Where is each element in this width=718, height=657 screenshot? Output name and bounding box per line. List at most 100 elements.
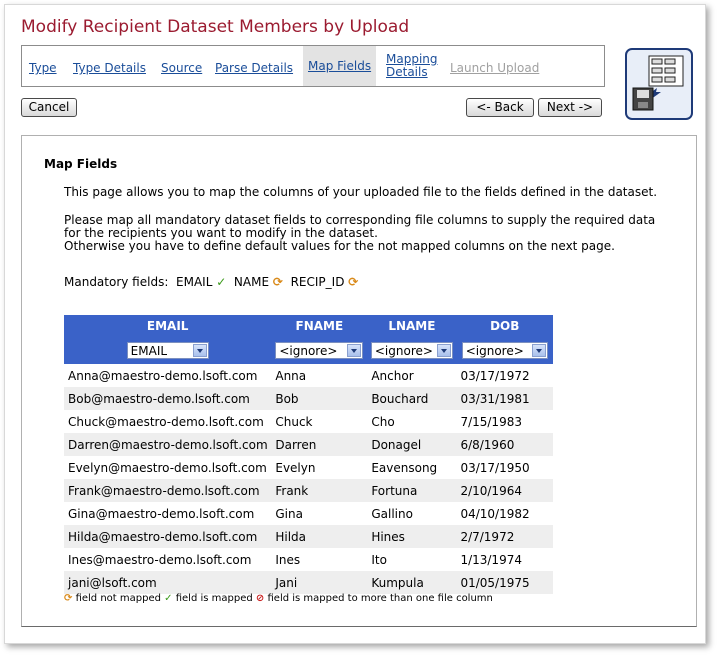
table-cell: Bob [271,387,368,410]
header-row: EMAIL FNAME LNAME DOB [64,315,553,337]
table-cell: 01/05/1975 [456,571,553,594]
table-cell: Chuck [271,410,368,433]
legend-multi-mapped: field is mapped to more than one file co… [267,593,493,604]
select-cell: <ignore> [271,337,367,364]
back-button[interactable]: <- Back [466,98,534,117]
table-cell: 7/15/1983 [456,410,553,433]
table-cell: 6/8/1960 [456,433,553,456]
step-source[interactable]: Source [161,61,202,75]
step-map-fields[interactable]: Map Fields [303,46,377,86]
next-button[interactable]: Next -> [538,98,602,117]
mapped-check-icon: ✓ [164,593,173,604]
table-cell: Frank@maestro-demo.lsoft.com [64,479,272,502]
dataset-upload-icon [625,48,693,120]
table-cell: Anna [271,364,368,387]
table-row: Gina@maestro-demo.lsoft.com Gina Gallino 04… [64,502,553,525]
table-cell: Evelyn@maestro-demo.lsoft.com [64,456,272,479]
table-cell: Gina@maestro-demo.lsoft.com [64,502,272,525]
table-cell: 03/31/1981 [456,387,553,410]
step-mapping-details[interactable]: Mapping Details [386,53,438,79]
select-cell: EMAIL [64,337,271,364]
legend-mapped: field is mapped [175,593,253,604]
table-cell: Anna@maestro-demo.lsoft.com [64,364,272,387]
table-cell: Bouchard [367,387,457,410]
table-cell: 04/10/1982 [456,502,553,525]
table-row: jani@lsoft.com Jani Kumpula 01/05/1975 [64,571,553,594]
column-mapping-select[interactable]: <ignore> [370,342,453,359]
table-cell: Ito [367,548,457,571]
step-type-details[interactable]: Type Details [73,61,146,75]
not-mapped-icon: ⟳ [64,593,73,604]
mapping-legend: ⟳ field not mapped ✓ field is mapped ⊘ f… [64,593,493,604]
table-cell: Darren@maestro-demo.lsoft.com [64,433,272,456]
column-header: LNAME [388,319,436,333]
section-heading: Map Fields [44,157,118,171]
table-cell: Jani [271,571,368,594]
step-type[interactable]: Type [29,61,57,75]
chevron-down-icon[interactable] [436,344,451,357]
map-fields-panel: Map Fields This page allows you to map t… [21,135,697,627]
table-cell: Cho [367,410,457,433]
table-cell: Gina [271,502,368,525]
table-row: Bob@maestro-demo.lsoft.com Bob Bouchard 03/… [64,387,553,410]
table-row: Darren@maestro-demo.lsoft.com Darren Donag… [64,433,553,456]
select-row: EMAIL <ignore> <ignore> <ignore> [64,337,553,364]
table-cell: Eavensong [367,456,457,479]
table-row: Evelyn@maestro-demo.lsoft.com Evelyn Eaven… [64,456,553,479]
select-cell: <ignore> [456,337,553,364]
chevron-down-icon[interactable] [192,344,207,357]
mandatory-label: Mandatory fields: [64,275,169,289]
table-cell: jani@lsoft.com [64,571,272,594]
mapped-check-icon: ✓ [216,275,227,289]
mandatory-fields: Mandatory fields: EMAIL ✓ NAME ⟳ RECIP_I… [64,275,358,289]
table-cell: Fortuna [367,479,457,502]
select-cell: <ignore> [367,337,456,364]
select-value: <ignore> [465,344,524,358]
table-cell: Evelyn [271,456,368,479]
table-cell: 2/7/1972 [456,525,553,548]
wizard-steps: Type Type Details Source Parse Details M… [21,45,605,87]
select-value: <ignore> [374,344,433,358]
column-header: DOB [490,319,520,333]
step-launch-upload: Launch Upload [450,61,540,75]
select-value: <ignore> [279,344,338,358]
intro-text: This page allows you to map the columns … [64,185,658,199]
table-cell: 03/17/1972 [456,364,553,387]
table-cell: Hilda [271,525,368,548]
chevron-down-icon[interactable] [531,344,546,357]
mandatory-field-email: EMAIL [176,275,213,289]
table-cell: Frank [271,479,368,502]
legend-not-mapped: field not mapped [75,593,161,604]
mandatory-field-name: NAME [233,275,270,289]
table-row: Hilda@maestro-demo.lsoft.com Hilda Hines 2/… [64,525,553,548]
table-cell: Kumpula [367,571,457,594]
step-mapping-details-line2: Details [386,65,428,79]
column-mapping-select[interactable]: <ignore> [461,342,548,359]
multi-mapped-icon: ⊘ [255,593,265,604]
table-cell: 2/10/1964 [456,479,553,502]
column-mapping-select[interactable]: <ignore> [275,342,364,359]
step-mapping-details-line1: Mapping [386,52,438,66]
table-cell: 1/13/1974 [456,548,553,571]
not-mapped-icon: ⟳ [272,275,283,289]
table-row: Ines@maestro-demo.lsoft.com Ines Ito 1/13/1… [64,548,553,571]
table-row: Chuck@maestro-demo.lsoft.com Chuck Cho 7/15… [64,410,553,433]
mandatory-field-recip-id: RECIP_ID [290,275,345,289]
table-cell: Hines [367,525,457,548]
table-cell: Hilda@maestro-demo.lsoft.com [64,525,272,548]
chevron-down-icon[interactable] [347,344,362,357]
cancel-button[interactable]: Cancel [21,98,77,117]
table-cell: Gallino [367,502,457,525]
column-mapping-select[interactable]: EMAIL [126,342,209,359]
table-cell: 03/17/1950 [456,456,553,479]
table-body: Anna@maestro-demo.lsoft.com Anna Anchor 03/… [64,364,553,594]
table-cell: Anchor [367,364,457,387]
table-row: Anna@maestro-demo.lsoft.com Anna Anchor 03/… [64,364,553,387]
table-row: Frank@maestro-demo.lsoft.com Frank Fortuna… [64,479,553,502]
select-value: EMAIL [130,344,168,358]
window-frame: Modify Recipient Dataset Members by Uplo… [4,4,706,644]
column-header: EMAIL [146,319,189,333]
field-mapping-table: EMAIL FNAME LNAME DOB EMAIL <ignore> <ig… [64,315,553,594]
step-parse-details[interactable]: Parse Details [215,61,293,75]
table-cell: Donagel [367,433,457,456]
